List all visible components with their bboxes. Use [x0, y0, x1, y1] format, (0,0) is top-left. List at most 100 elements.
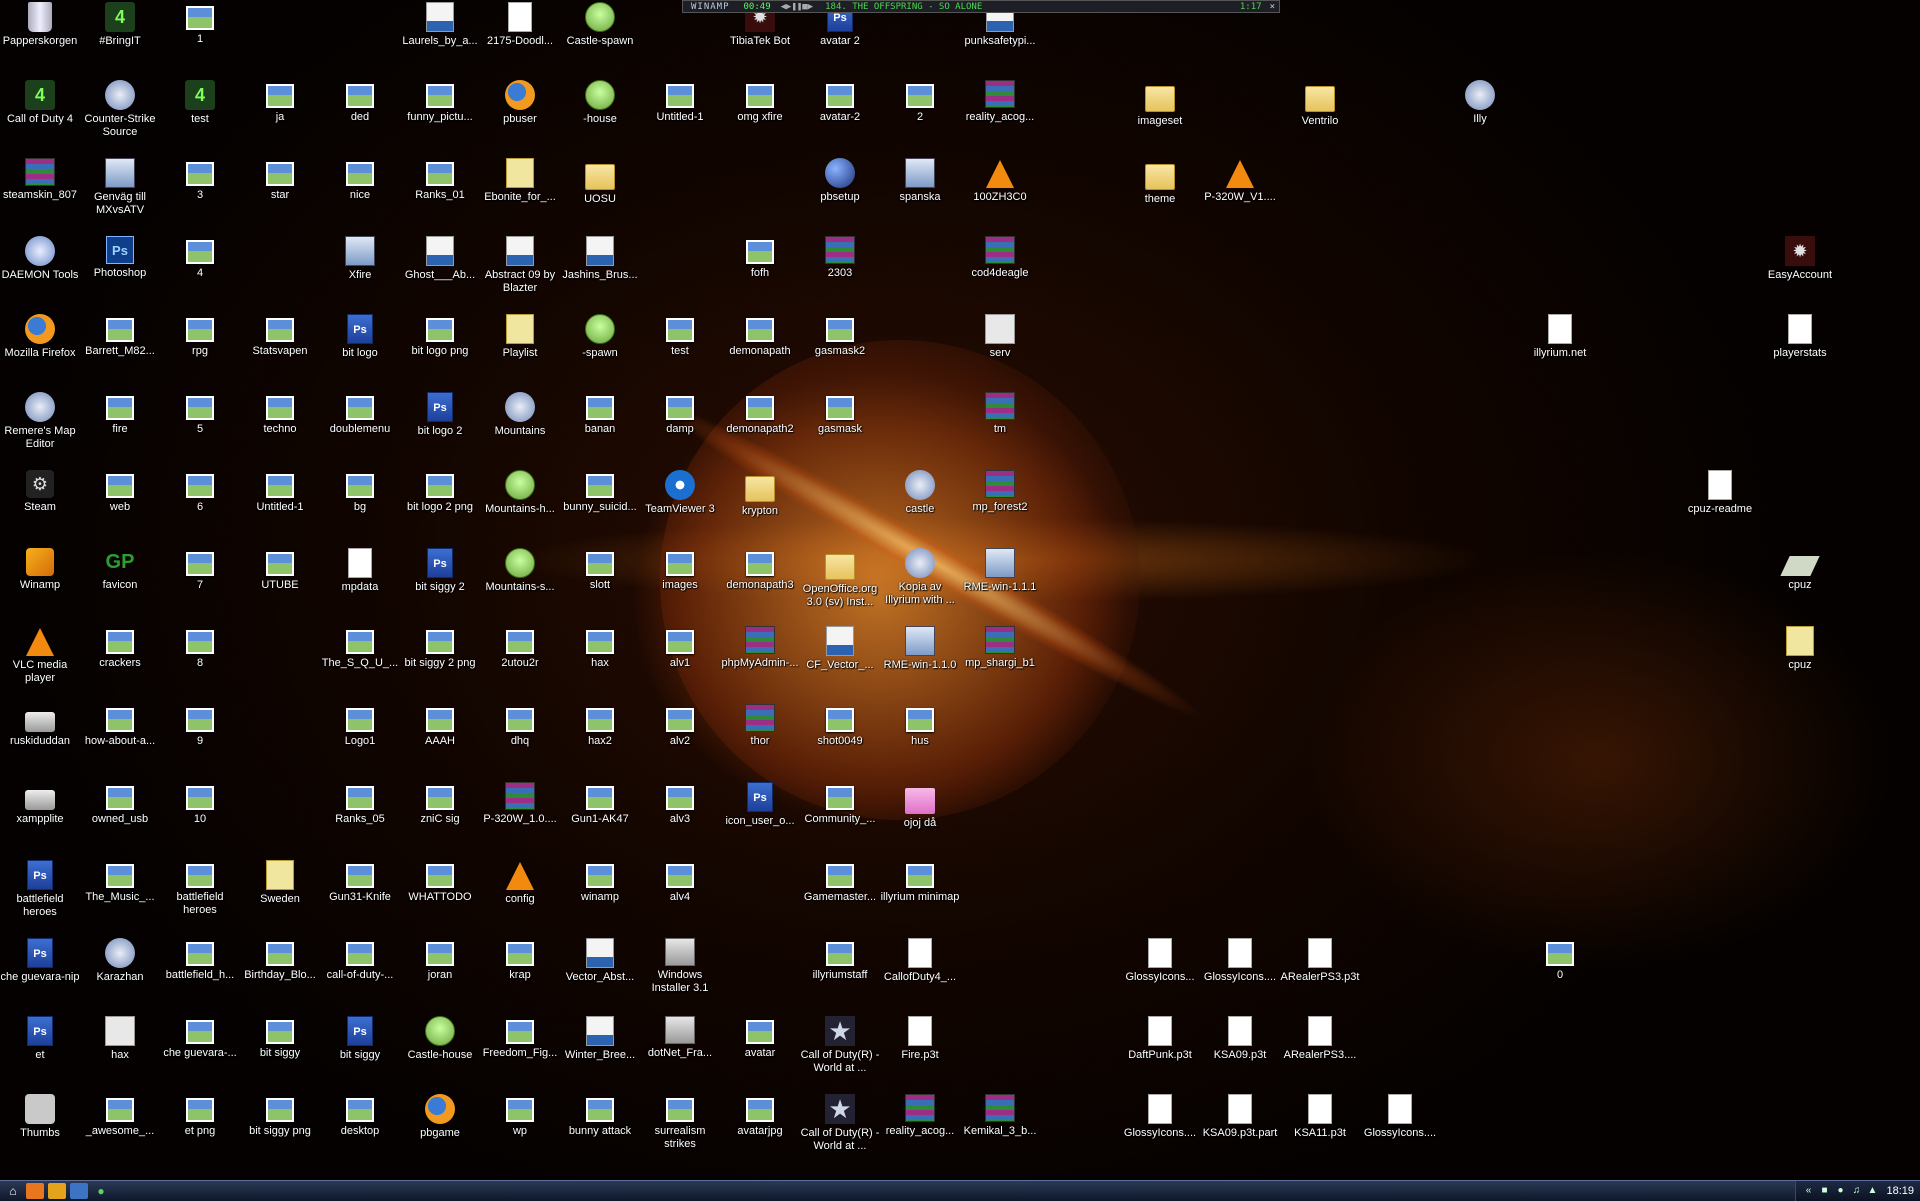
- desktop-icon[interactable]: Mountains-h...: [480, 470, 560, 516]
- desktop-icon[interactable]: Ventrilo: [1280, 80, 1360, 128]
- desktop-icon[interactable]: nice: [320, 158, 400, 202]
- desktop-icon[interactable]: ARealerPS3.p3t: [1280, 938, 1360, 984]
- desktop-icon[interactable]: AAAH: [400, 704, 480, 748]
- desktop-icon[interactable]: xampplite: [0, 782, 80, 826]
- desktop-icon[interactable]: 9: [160, 704, 240, 748]
- desktop-icon[interactable]: 2175-Doodl...: [480, 2, 560, 48]
- desktop-icon[interactable]: owned_usb: [80, 782, 160, 826]
- desktop-icon[interactable]: alv3: [640, 782, 720, 826]
- desktop-icon[interactable]: pbgame: [400, 1094, 480, 1140]
- desktop-icon[interactable]: ojoj då: [880, 782, 960, 830]
- desktop-icon[interactable]: 4: [160, 236, 240, 280]
- tray-security-icon[interactable]: ▲: [1866, 1185, 1878, 1197]
- desktop-icon[interactable]: DAEMON Tools: [0, 236, 80, 282]
- desktop-icon[interactable]: Untitled-1: [640, 80, 720, 124]
- desktop-icon[interactable]: Kopia av Illyrium with ...: [880, 548, 960, 607]
- desktop-icon[interactable]: zniC sig: [400, 782, 480, 826]
- desktop-icon[interactable]: 3: [160, 158, 240, 202]
- desktop-icon[interactable]: slott: [560, 548, 640, 592]
- desktop-icon[interactable]: demonapath3: [720, 548, 800, 592]
- desktop-icon[interactable]: omg xfire: [720, 80, 800, 124]
- taskbar-clock[interactable]: 18:19: [1886, 1185, 1914, 1197]
- desktop-icon[interactable]: Logo1: [320, 704, 400, 748]
- desktop-icon[interactable]: Ps icon_user_o...: [720, 782, 800, 828]
- tray-messenger-icon[interactable]: ●: [1834, 1185, 1846, 1197]
- desktop-icon[interactable]: 8: [160, 626, 240, 670]
- start-icon[interactable]: ⌂: [4, 1183, 22, 1199]
- desktop-icon[interactable]: Ps bit logo 2: [400, 392, 480, 438]
- desktop-icon[interactable]: dhq: [480, 704, 560, 748]
- desktop-icon[interactable]: bit logo png: [400, 314, 480, 358]
- desktop-icon[interactable]: Thumbs: [0, 1094, 80, 1140]
- desktop-icon[interactable]: 0: [1520, 938, 1600, 982]
- winamp-windowshade[interactable]: WINAMP 00:49 ◀▶❚❚■▶ 184. THE OFFSPRING -…: [682, 0, 1280, 13]
- desktop-icon[interactable]: GlossyIcons....: [1120, 1094, 1200, 1140]
- desktop-icon[interactable]: bit siggy png: [240, 1094, 320, 1138]
- desktop-icon[interactable]: banan: [560, 392, 640, 436]
- desktop-icon[interactable]: gasmask2: [800, 314, 880, 358]
- desktop-icon[interactable]: Freedom_Fig...: [480, 1016, 560, 1060]
- desktop-icon[interactable]: GlossyIcons....: [1200, 938, 1280, 984]
- desktop-icon[interactable]: Genväg till MXvsATV: [80, 158, 160, 217]
- desktop-icon[interactable]: avatar: [720, 1016, 800, 1060]
- desktop-icon[interactable]: demonapath: [720, 314, 800, 358]
- desktop-icon[interactable]: shot0049: [800, 704, 880, 748]
- firefox-quicklaunch-icon[interactable]: [26, 1183, 44, 1199]
- desktop-icon[interactable]: Windows Installer 3.1: [640, 938, 720, 995]
- desktop-icon[interactable]: illyrium.net: [1520, 314, 1600, 360]
- desktop-icon[interactable]: dotNet_Fra...: [640, 1016, 720, 1060]
- desktop-icon[interactable]: Playlist: [480, 314, 560, 360]
- desktop-icon[interactable]: Illy: [1440, 80, 1520, 126]
- desktop-icon[interactable]: hus: [880, 704, 960, 748]
- desktop-icon[interactable]: rpg: [160, 314, 240, 358]
- desktop-icon[interactable]: 1: [160, 2, 240, 46]
- desktop-icon[interactable]: Mountains-s...: [480, 548, 560, 594]
- desktop-icon[interactable]: -house: [560, 80, 640, 126]
- desktop-icon[interactable]: The_S_Q_U_...: [320, 626, 400, 670]
- desktop-icon[interactable]: cpuz: [1760, 626, 1840, 672]
- desktop-icon[interactable]: call-of-duty-...: [320, 938, 400, 982]
- desktop-icon[interactable]: Gun31-Knife: [320, 860, 400, 904]
- desktop-icon[interactable]: desktop: [320, 1094, 400, 1138]
- desktop-icon[interactable]: playerstats: [1760, 314, 1840, 360]
- desktop-icon[interactable]: mp_forest2: [960, 470, 1040, 514]
- desktop-icon[interactable]: Ranks_01: [400, 158, 480, 202]
- desktop-icon[interactable]: Fire.p3t: [880, 1016, 960, 1062]
- desktop-icon[interactable]: DaftPunk.p3t: [1120, 1016, 1200, 1062]
- desktop-icon[interactable]: Ps et: [0, 1016, 80, 1062]
- desktop-icon[interactable]: alv2: [640, 704, 720, 748]
- desktop-icon[interactable]: Barrett_M82...: [80, 314, 160, 358]
- desktop-icon[interactable]: 7: [160, 548, 240, 592]
- desktop-icon[interactable]: KSA09.p3t.part: [1200, 1094, 1280, 1140]
- desktop-icon[interactable]: battlefield_h...: [160, 938, 240, 982]
- desktop-icon[interactable]: 4 Call of Duty 4: [0, 80, 80, 126]
- desktop-icon[interactable]: how-about-a...: [80, 704, 160, 748]
- desktop-icon[interactable]: UTUBE: [240, 548, 320, 592]
- winamp-close-icon[interactable]: ×: [1270, 2, 1279, 12]
- desktop-icon[interactable]: ✹ EasyAccount: [1760, 236, 1840, 282]
- desktop-icon[interactable]: UOSU: [560, 158, 640, 206]
- desktop-icon[interactable]: Ps Photoshop: [80, 236, 160, 280]
- desktop-icon[interactable]: Castle-house: [400, 1016, 480, 1062]
- desktop-icon[interactable]: surrealism strikes: [640, 1094, 720, 1151]
- desktop-icon[interactable]: bit siggy 2 png: [400, 626, 480, 670]
- desktop-icon[interactable]: 2: [880, 80, 960, 124]
- desktop-icon[interactable]: cod4deagle: [960, 236, 1040, 280]
- desktop-icon[interactable]: config: [480, 860, 560, 906]
- desktop-icon[interactable]: Winamp: [0, 548, 80, 592]
- desktop-icon[interactable]: KSA09.p3t: [1200, 1016, 1280, 1062]
- desktop-icon[interactable]: crackers: [80, 626, 160, 670]
- desktop-icon[interactable]: WHATTODO: [400, 860, 480, 904]
- desktop-icon[interactable]: bg: [320, 470, 400, 514]
- desktop-icon[interactable]: doublemenu: [320, 392, 400, 436]
- desktop-icon[interactable]: P-320W_1.0....: [480, 782, 560, 826]
- desktop-icon[interactable]: bunny_suicid...: [560, 470, 640, 514]
- desktop-icon[interactable]: Community_...: [800, 782, 880, 826]
- desktop-icon[interactable]: mpdata: [320, 548, 400, 594]
- show-desktop-icon[interactable]: [70, 1183, 88, 1199]
- desktop-icon[interactable]: 2303: [800, 236, 880, 280]
- desktop-icon[interactable]: Papperskorgen: [0, 2, 80, 48]
- desktop-icon[interactable]: ded: [320, 80, 400, 124]
- desktop-icon[interactable]: fofh: [720, 236, 800, 280]
- desktop-icon[interactable]: Ranks_05: [320, 782, 400, 826]
